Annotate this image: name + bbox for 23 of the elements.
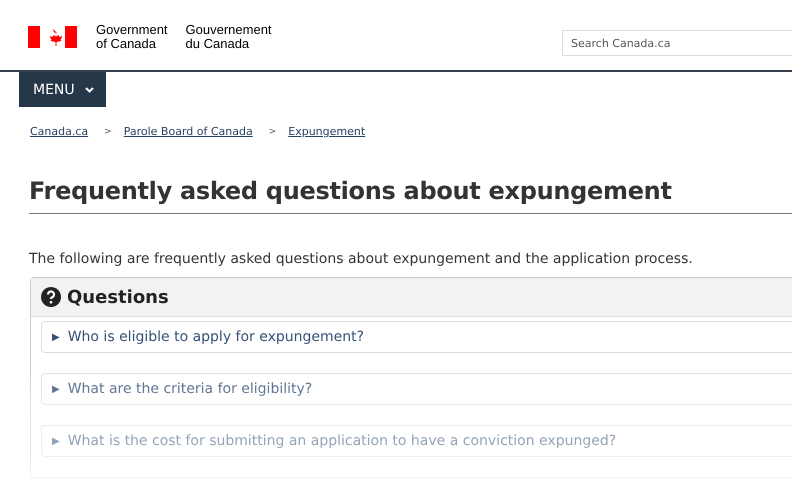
breadcrumb-link[interactable]: Canada.ca [30,125,88,138]
question-circle-icon [41,287,61,307]
question-text: What are the criteria for eligibility? [68,381,312,397]
panel-title: Questions [67,286,169,308]
question-item[interactable]: ▶ What are the criteria for eligibility? [41,373,792,405]
flag-logo [28,26,77,48]
page-title: Frequently asked questions about expungement [29,177,792,214]
collapsed-marker: ▶ [52,436,60,446]
menu-button[interactable]: MENU [19,72,106,107]
chevron-down-icon [84,86,94,92]
search-field[interactable]: Search Canada.ca [562,30,792,56]
collapsed-marker: ▶ [52,384,60,394]
breadcrumb-separator: > [268,126,276,136]
collapsed-marker: ▶ [52,332,60,342]
breadcrumb-link[interactable]: Expungement [288,125,366,138]
signature-text: Gouvernement du Canada [186,23,272,51]
question-text: Who is eligible to apply for expungement? [68,329,364,345]
question-text: What is the cost for submitting an application to have a conviction expunged? [68,433,616,449]
question-item[interactable]: ▶ Who is eligible to apply for expungement? [41,321,792,353]
intro-paragraph: The following are frequently asked questions about expungement and the application process. [29,251,694,267]
breadcrumb-link[interactable]: Parole Board of Canada [124,125,253,138]
breadcrumb-separator: > [104,126,112,136]
signature-text: Government of Canada [96,23,168,51]
